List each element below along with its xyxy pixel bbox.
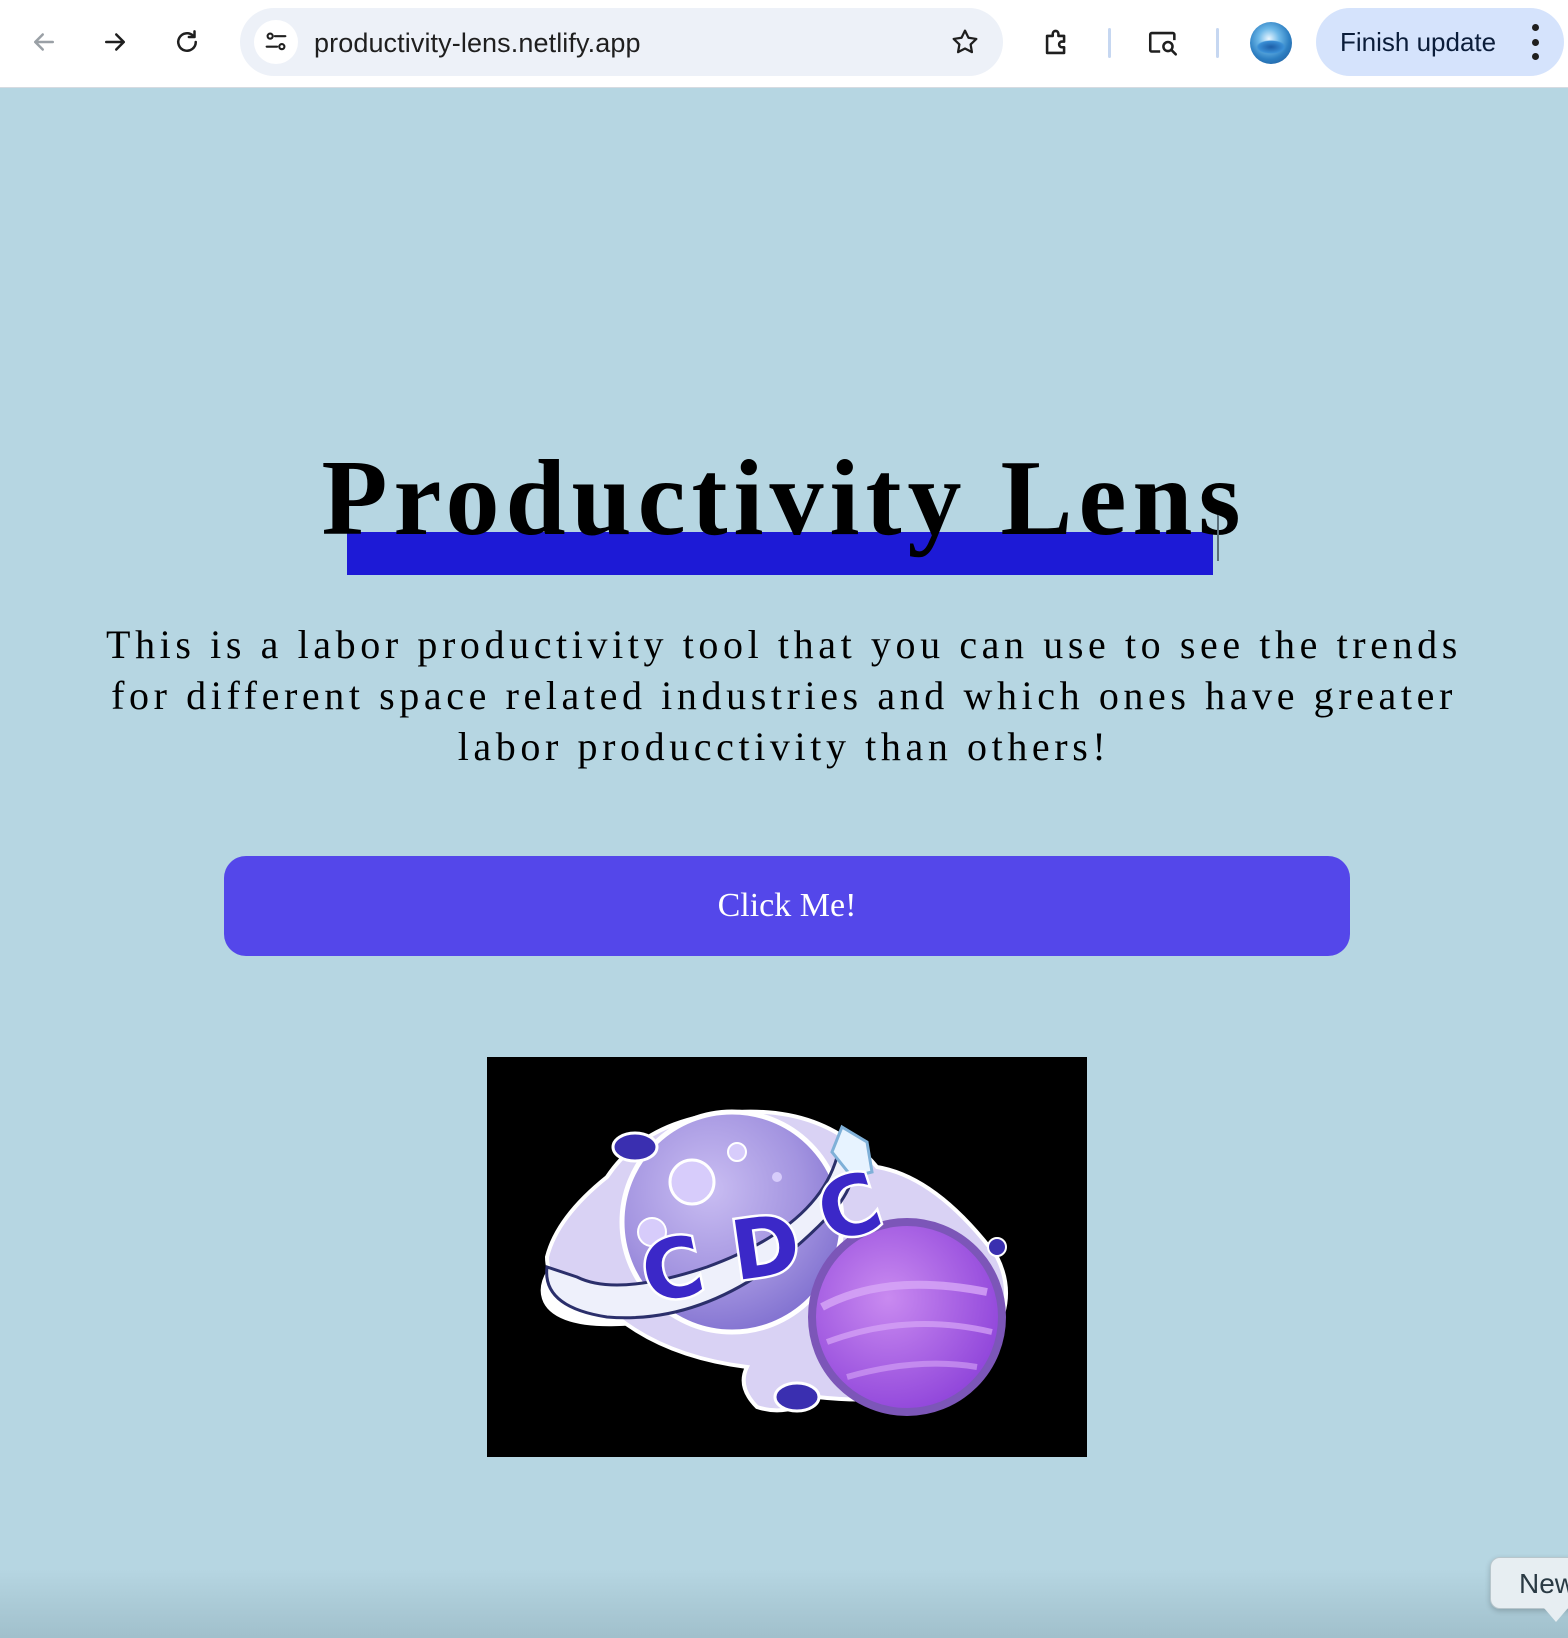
reload-button[interactable] xyxy=(165,20,209,64)
page-body: Productivity Lens This is a labor produc… xyxy=(0,89,1568,1638)
star-icon xyxy=(952,29,978,54)
tune-icon xyxy=(265,32,287,51)
planet-logo-icon: C D C xyxy=(540,1109,1008,1416)
toolbar-divider xyxy=(1108,28,1111,58)
puzzle-icon xyxy=(1045,29,1066,55)
new-tooltip[interactable]: New xyxy=(1490,1557,1568,1609)
back-button[interactable] xyxy=(22,20,66,64)
finish-update-button[interactable]: Finish update xyxy=(1316,8,1564,76)
text-caret xyxy=(1217,515,1219,561)
toolbar-divider xyxy=(1216,28,1219,58)
arrow-right-icon xyxy=(105,33,125,51)
svg-text:D: D xyxy=(725,1196,806,1300)
screen-search-button[interactable] xyxy=(1140,20,1186,66)
new-tooltip-arrow xyxy=(1544,1608,1568,1622)
arrow-left-icon xyxy=(34,33,54,51)
title-container: Productivity Lens xyxy=(0,445,1568,553)
finish-update-label: Finish update xyxy=(1340,26,1497,57)
extensions-button[interactable] xyxy=(1034,20,1080,66)
forward-button[interactable] xyxy=(93,20,137,64)
address-bar[interactable]: productivity-lens.netlify.app xyxy=(240,8,1003,76)
reload-icon xyxy=(177,30,197,52)
browser-toolbar: productivity-lens.netlify.app Finish upd… xyxy=(0,0,1568,88)
profile-avatar[interactable] xyxy=(1250,22,1292,64)
click-me-button[interactable]: Click Me! xyxy=(224,856,1350,956)
url-text[interactable]: productivity-lens.netlify.app xyxy=(314,28,641,59)
page-title: Productivity Lens xyxy=(321,439,1247,558)
page-description: This is a labor productivity tool that y… xyxy=(106,622,1462,769)
site-info-button[interactable] xyxy=(254,20,298,64)
cdc-logo-image: C D C xyxy=(487,1057,1087,1457)
kebab-icon[interactable] xyxy=(1530,24,1540,60)
bottom-shade xyxy=(0,1569,1568,1638)
screen-search-icon xyxy=(1148,31,1178,56)
bookmark-button[interactable] xyxy=(945,22,985,62)
